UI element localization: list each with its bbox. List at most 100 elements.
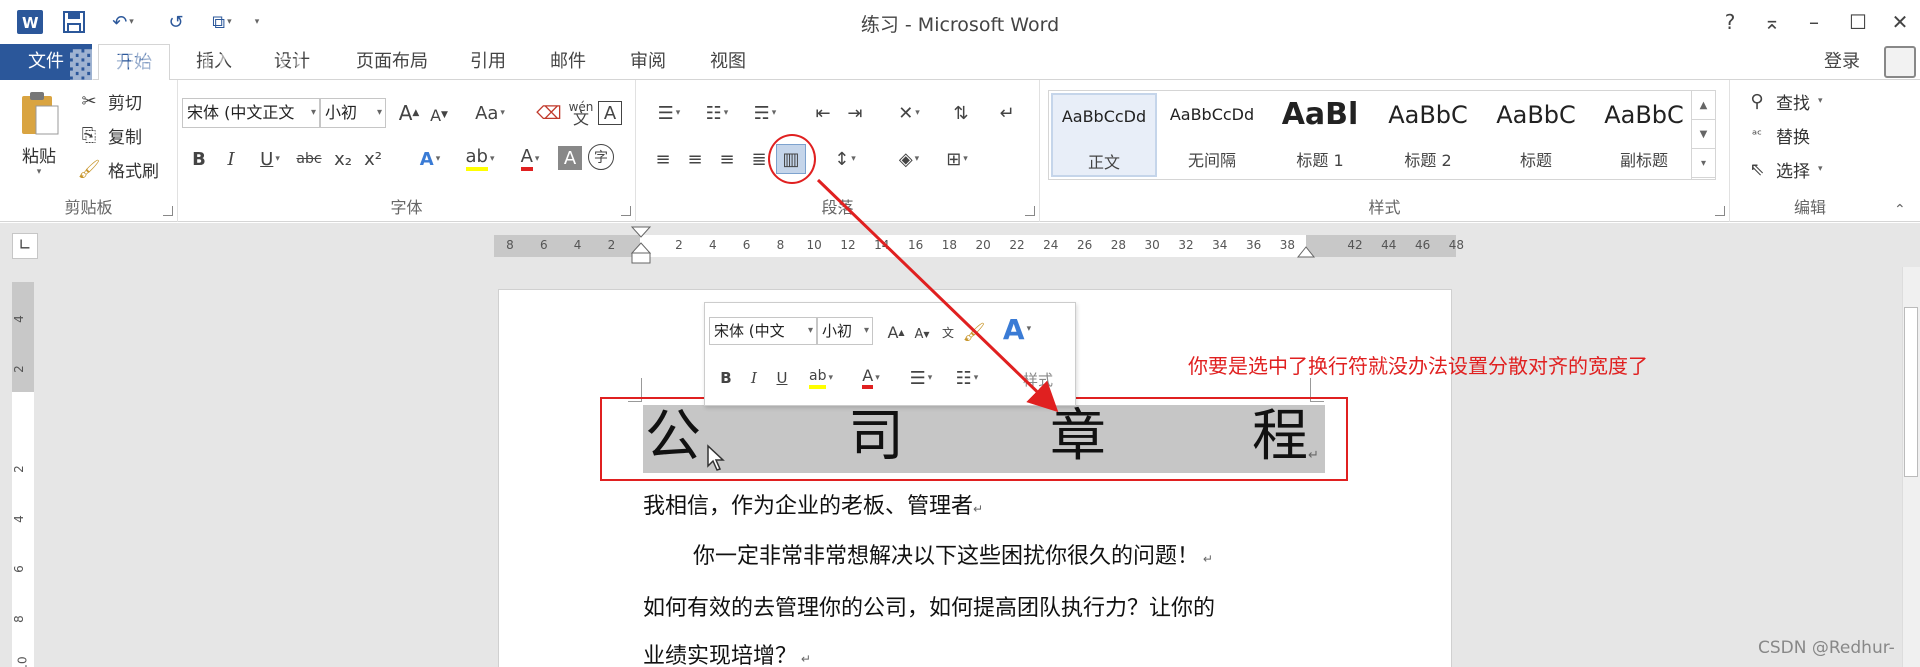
cut-button[interactable]: ✂ 剪切 — [76, 88, 142, 114]
align-center-icon[interactable]: ≡ — [680, 144, 710, 174]
close-button[interactable]: ✕ — [1882, 8, 1918, 36]
underline-button[interactable]: U ▾ — [248, 144, 292, 174]
decrease-indent-icon[interactable]: ⇤ — [808, 98, 838, 128]
tab-mailings[interactable]: 邮件 — [540, 44, 596, 80]
tab-view[interactable]: 视图 — [700, 44, 756, 80]
increase-indent-icon[interactable]: ⇥ — [840, 98, 870, 128]
strikethrough-button[interactable]: abc — [294, 144, 324, 174]
clipboard-launcher-icon[interactable] — [163, 206, 173, 216]
chinese-layout-button[interactable]: ✕ ▾ — [888, 98, 930, 128]
mini-bullets-button[interactable]: ☰ ▾ — [901, 363, 941, 393]
expand-gallery-icon[interactable]: ▾ — [1692, 149, 1715, 178]
tab-references[interactable]: 引用 — [460, 44, 516, 80]
style-title[interactable]: AaBbC 标题 — [1483, 93, 1589, 177]
phonetic-guide-button[interactable]: wén 文 — [566, 98, 596, 128]
help-button[interactable]: ? — [1712, 8, 1748, 36]
find-button[interactable]: ⚲ 查找 ▾ — [1744, 88, 1822, 114]
mini-highlight-button[interactable]: ab ▾ — [801, 363, 841, 393]
mouse-cursor-icon — [707, 444, 725, 471]
style-heading-2[interactable]: AaBbC 标题 2 — [1375, 93, 1481, 177]
copy-button[interactable]: ⎘ 复制 — [76, 122, 142, 148]
sort-icon[interactable]: ⇅ — [946, 98, 976, 128]
ruler-tick-label: 8 — [506, 238, 514, 252]
font-color-button[interactable]: A ▾ — [508, 144, 552, 174]
vertical-ruler[interactable]: 4 2 2 4 6 8 10 — [12, 282, 34, 667]
style-no-spacing[interactable]: AaBbCcDd 无间隔 — [1159, 93, 1265, 177]
character-shading-button[interactable]: A — [558, 146, 582, 170]
paragraph-group: ☰ ▾ ☷ ▾ ☴ ▾ ⇤ ⇥ ✕ ▾ ⇅ ↵ ≡ ≡ ≡ ≣ ▥ ↕ ▾ ◈ ▾ ⊞ ▾ 段… — [636, 80, 1040, 222]
right-indent-marker-icon[interactable] — [1296, 245, 1316, 259]
styles-launcher-icon[interactable] — [1715, 206, 1725, 216]
mini-styles-icon[interactable]: A ▾ — [995, 309, 1039, 349]
body-line[interactable]: 业绩实现培增？ ↵ — [643, 638, 811, 667]
minimize-button[interactable]: – — [1796, 8, 1832, 36]
select-button[interactable]: ⇖ 选择 ▾ — [1744, 156, 1822, 182]
paste-button[interactable]: 粘贴 ▾ — [14, 90, 64, 190]
ruler-tick-label: 6 — [539, 238, 548, 252]
align-right-icon[interactable]: ≡ — [712, 144, 742, 174]
enclose-characters-button[interactable]: 字 — [588, 144, 614, 170]
avatar[interactable] — [1884, 46, 1916, 78]
paragraph-launcher-icon[interactable] — [1025, 206, 1035, 216]
mini-numbering-button[interactable]: ☷ ▾ — [947, 363, 987, 393]
clear-formatting-icon[interactable]: ⌫ — [534, 98, 564, 128]
mini-styles-label[interactable]: 样式 — [1023, 369, 1053, 390]
font-size-combo[interactable]: 小初 ▾ — [320, 98, 386, 128]
bullets-button[interactable]: ☰ ▾ — [648, 98, 690, 128]
line-spacing-button[interactable]: ↕ ▾ — [824, 144, 866, 174]
ruler-tick-label: 6 — [742, 238, 751, 252]
grow-font-button[interactable]: A ▲ — [394, 98, 424, 128]
vertical-ruler-tick-label: 4 — [11, 515, 26, 523]
maximize-button[interactable]: ☐ — [1840, 8, 1876, 36]
mini-format-painter-icon[interactable]: 🖌 — [959, 317, 989, 347]
replace-button[interactable]: ᵃᶜ 替换 — [1744, 122, 1810, 148]
multilevel-list-button[interactable]: ☴ ▾ — [744, 98, 786, 128]
font-launcher-icon[interactable] — [621, 206, 631, 216]
borders-button[interactable]: ⊞ ▾ — [936, 144, 978, 174]
body-line[interactable]: 我相信，作为企业的老板、管理者↵ — [643, 488, 983, 520]
superscript-button[interactable]: x² — [358, 144, 388, 174]
ribbon-display-options-button[interactable]: ⌅ — [1754, 8, 1790, 36]
scroll-down-icon[interactable]: ▼ — [1692, 120, 1715, 149]
align-left-icon[interactable]: ≡ — [648, 144, 678, 174]
change-case-button[interactable]: Aa ▾ — [468, 98, 512, 128]
font-group: 宋体 (中文正文 ▾ 小初 ▾ A ▲ A ▼ Aa ▾ ⌫ wén 文 A B I U ▾ … — [178, 80, 636, 222]
italic-button[interactable]: I — [216, 144, 246, 174]
mini-font-name-combo[interactable]: 宋体 (中文 ▾ — [709, 317, 817, 345]
character-border-button[interactable]: A — [598, 101, 622, 125]
tab-stop-selector[interactable]: ∟ — [12, 233, 38, 259]
mini-bold-button[interactable]: B — [711, 363, 741, 393]
tab-review[interactable]: 审阅 — [620, 44, 676, 80]
ruler-tick-label: 44 — [1381, 238, 1397, 252]
mini-font-size-combo[interactable]: 小初 ▾ — [817, 317, 873, 345]
numbering-button[interactable]: ☷ ▾ — [696, 98, 738, 128]
body-line[interactable]: 你一定非常非常想解决以下这些困扰你很久的问题！ ↵ — [693, 538, 1213, 570]
collapse-ribbon-icon[interactable]: ⌃ — [1894, 202, 1906, 218]
ruler-tick-label: 42 — [1347, 238, 1363, 252]
mini-font-color-button[interactable]: A ▾ — [851, 363, 891, 393]
shrink-font-button[interactable]: A ▼ — [424, 100, 454, 130]
shading-button[interactable]: ◈ ▾ — [888, 144, 930, 174]
highlight-color-button[interactable]: ab ▾ — [458, 144, 502, 174]
style-heading-1[interactable]: AaBl 标题 1 — [1267, 93, 1373, 177]
mini-underline-button[interactable]: U — [767, 363, 797, 393]
clipboard-group-label: 剪贴板 — [64, 198, 113, 217]
text-effects-button[interactable]: A ▾ — [408, 144, 452, 174]
sign-in-link[interactable]: 登录 — [1824, 44, 1860, 80]
mini-italic-button[interactable]: I — [739, 363, 769, 393]
scrollbar-thumb[interactable] — [1904, 307, 1918, 477]
vertical-scrollbar[interactable] — [1902, 267, 1920, 667]
show-marks-icon[interactable]: ↵ — [992, 98, 1022, 128]
font-name-combo[interactable]: 宋体 (中文正文 ▾ — [182, 98, 320, 128]
body-line[interactable]: 如何有效的去管理你的公司，如何提高团队执行力？让你的 — [643, 590, 1215, 622]
tab-page-layout[interactable]: 页面布局 — [346, 44, 438, 80]
scroll-up-icon[interactable]: ▲ — [1692, 91, 1715, 120]
indent-markers-icon[interactable] — [630, 223, 652, 267]
styles-gallery-scroll[interactable]: ▲ ▼ ▾ — [1691, 91, 1715, 179]
subscript-button[interactable]: x₂ — [328, 144, 358, 174]
style-subtitle[interactable]: AaBbC 副标题 — [1591, 93, 1697, 177]
style-normal[interactable]: AaBbCcDd 正文 — [1051, 93, 1157, 177]
bold-button[interactable]: B — [184, 144, 214, 174]
ruler-tick-label: 34 — [1212, 238, 1228, 252]
format-painter-button[interactable]: 🖌 格式刷 — [76, 156, 159, 182]
